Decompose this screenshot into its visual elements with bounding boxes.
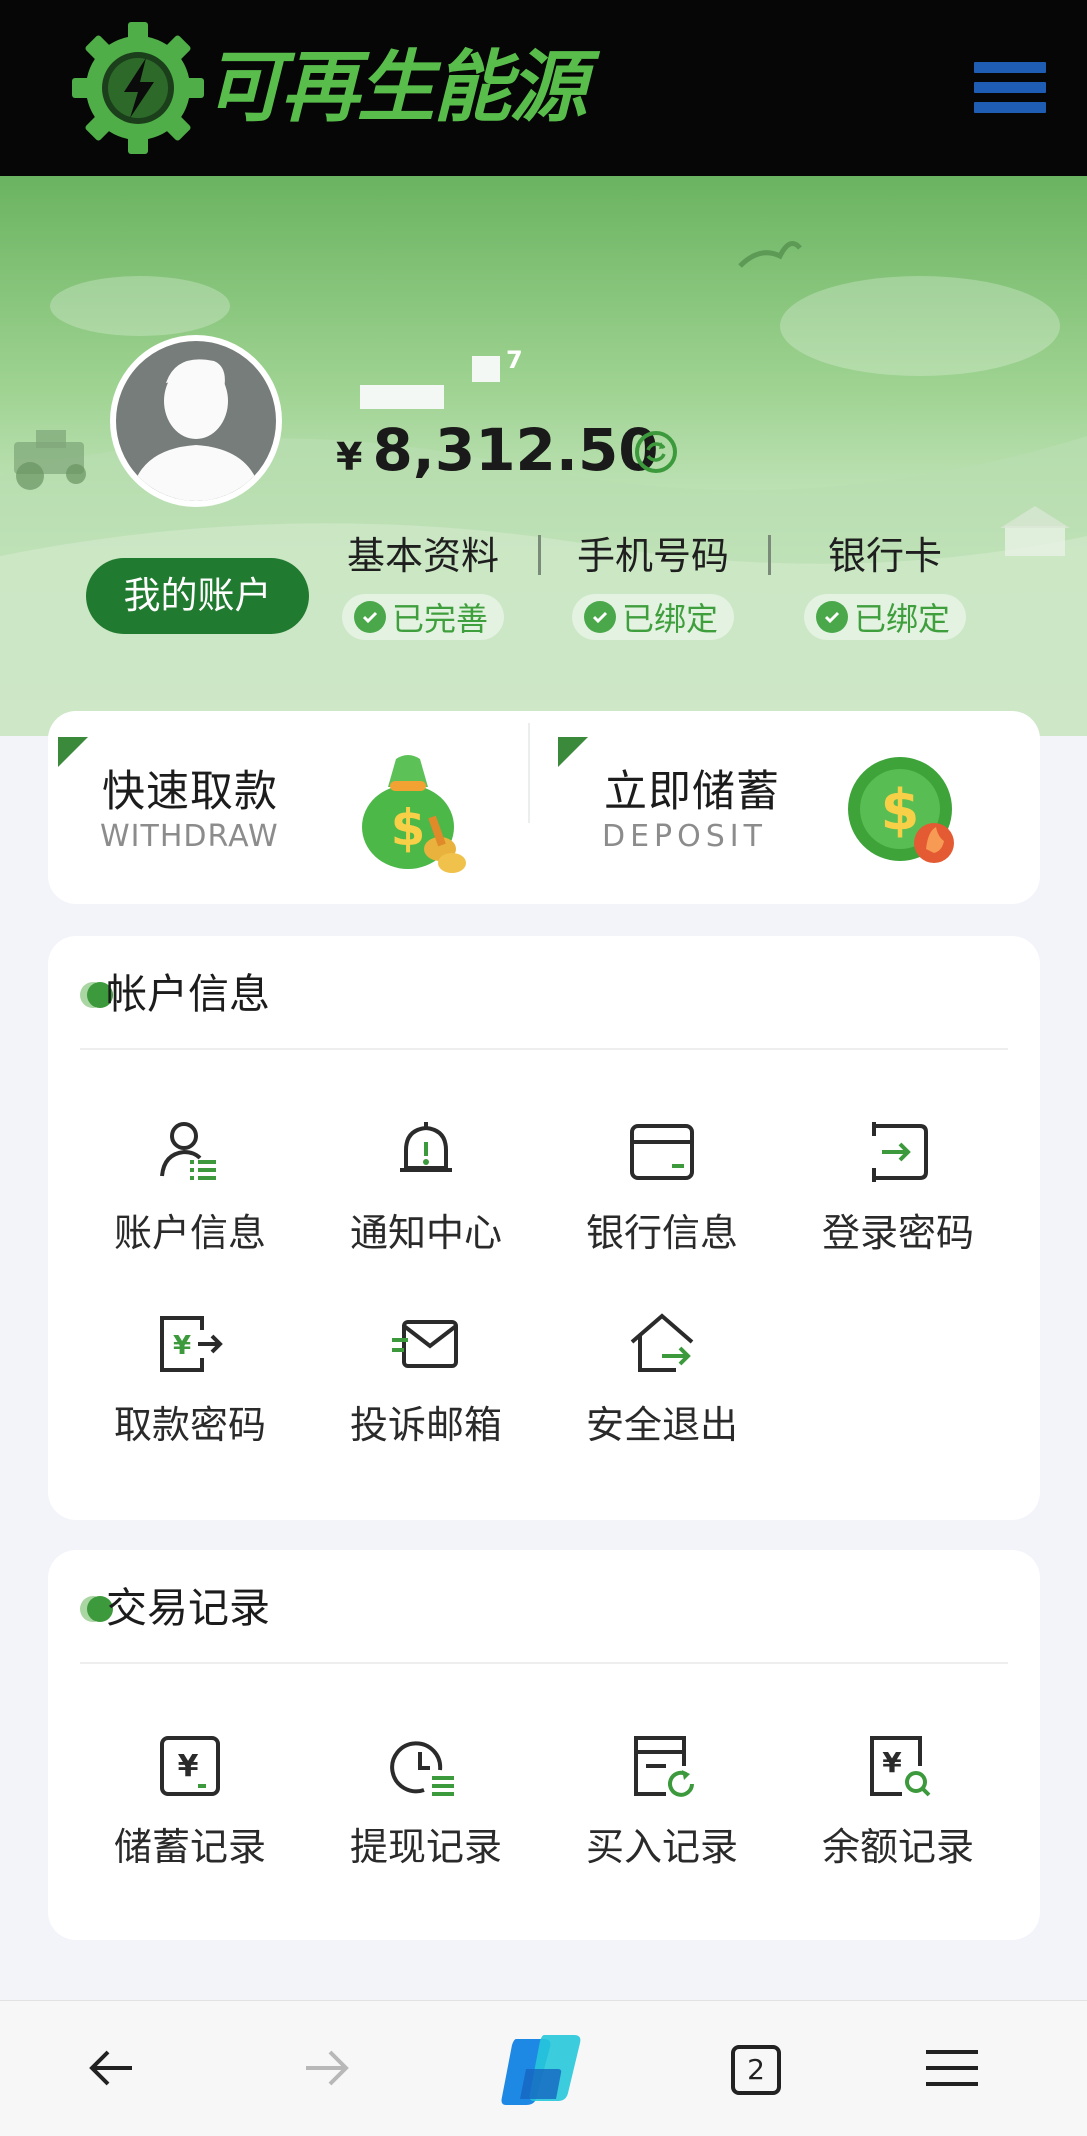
- clock-list-icon: [390, 1741, 454, 1796]
- avatar[interactable]: [110, 335, 282, 507]
- mail-icon: [392, 1320, 458, 1368]
- menu-label: 取款密码: [113, 1403, 266, 1447]
- user-silhouette-icon: [130, 359, 262, 501]
- home-exit-icon: [630, 1313, 694, 1372]
- menu-login-password[interactable]: 登录密码: [780, 1116, 1016, 1258]
- browser-toolbar: [0, 2000, 1087, 2136]
- menu-label: 安全退出: [585, 1403, 738, 1447]
- status-bank-card[interactable]: 银行卡 已绑定: [795, 530, 975, 640]
- menu-account-info[interactable]: 账户信息: [72, 1116, 308, 1258]
- menu-label: 通知中心: [349, 1211, 502, 1255]
- user-list-icon: [160, 1122, 216, 1180]
- menu-complaint-mailbox[interactable]: 投诉邮箱: [308, 1308, 544, 1450]
- back-arrow-icon[interactable]: [80, 2036, 144, 2100]
- check-icon: [583, 601, 616, 633]
- money-bag-icon: $: [362, 755, 466, 873]
- status-badge: 已绑定: [571, 594, 734, 640]
- menu-withdraw-password[interactable]: ¥ 取款密码: [72, 1308, 308, 1450]
- currency-symbol: ¥: [336, 435, 363, 479]
- withdraw-subtitle: WITHDRAW: [100, 819, 279, 854]
- menu-label: 余额记录: [821, 1825, 974, 1869]
- deposit-subtitle: DEPOSIT: [602, 819, 767, 854]
- svg-text:$: $: [391, 799, 426, 857]
- status-phone[interactable]: 手机号码 已绑定: [563, 530, 743, 640]
- withdraw-button[interactable]: 快速取款 WITHDRAW $: [48, 711, 538, 904]
- corner-marker: [58, 737, 88, 767]
- quick-actions-card: 快速取款 WITHDRAW $ 立即储蓄 DEPOSIT $: [48, 711, 1040, 904]
- menu-label: 银行信息: [585, 1211, 738, 1255]
- balance: ¥ 8,312.50: [336, 416, 659, 486]
- svg-text:¥: ¥: [173, 1331, 191, 1361]
- deposit-title: 立即储蓄: [604, 767, 780, 817]
- menu-balance-records[interactable]: ¥ 余额记录: [780, 1730, 1016, 1872]
- menu-label: 提现记录: [349, 1825, 502, 1869]
- app-header: 可再生能源: [0, 0, 1087, 176]
- refresh-icon[interactable]: [632, 428, 680, 476]
- transactions-card: 交易记录 ¥ 储蓄记录 提现记录 买入记录 ¥ 余额记录: [48, 1550, 1040, 1940]
- svg-text:$: $: [881, 778, 920, 843]
- forward-arrow-icon[interactable]: [294, 2036, 358, 2100]
- section-title: 交易记录: [106, 1584, 270, 1632]
- section-title: 帐户信息: [106, 970, 270, 1018]
- tab-count-button[interactable]: 2: [731, 2045, 781, 2095]
- doc-refresh-icon: [634, 1736, 694, 1797]
- username-redacted: [472, 356, 500, 382]
- dollar-coin-icon: $: [848, 757, 954, 863]
- status-badge: 已绑定: [803, 594, 966, 640]
- yuan-search-icon: ¥: [870, 1736, 931, 1797]
- my-account-button[interactable]: 我的账户: [86, 558, 309, 634]
- menu-notification-center[interactable]: 通知中心: [308, 1116, 544, 1258]
- gear-bolt-logo-icon: [72, 22, 204, 154]
- status-badge: 已完善: [341, 594, 504, 640]
- section-divider: [80, 1662, 1008, 1664]
- login-icon: [872, 1122, 928, 1182]
- status-basic-info[interactable]: 基本资料 已完善: [333, 530, 513, 640]
- status-label: 手机号码: [576, 534, 729, 578]
- menu-bank-info[interactable]: 银行信息: [544, 1116, 780, 1258]
- svg-text:¥: ¥: [178, 1749, 199, 1784]
- quick-divider: [528, 723, 530, 823]
- bell-icon: [400, 1122, 452, 1172]
- account-info-card: 帐户信息 账户信息 通知中心 银行信息 登录密码 ¥ 取款密码 投诉邮箱 安全退…: [48, 936, 1040, 1520]
- yuan-arrow-icon: ¥: [160, 1316, 223, 1372]
- hamburger-menu-icon[interactable]: [974, 62, 1046, 120]
- check-icon: [353, 601, 386, 633]
- username-redacted: [360, 385, 444, 409]
- deposit-button[interactable]: 立即储蓄 DEPOSIT $: [548, 711, 1038, 904]
- yuan-doc-icon: ¥: [160, 1736, 220, 1796]
- menu-label: 登录密码: [821, 1211, 974, 1255]
- corner-marker: [558, 737, 588, 767]
- balance-amount: 8,312.50: [372, 416, 659, 484]
- divider: [538, 535, 541, 575]
- username-suffix: 7: [506, 346, 523, 374]
- withdraw-title: 快速取款: [102, 767, 278, 817]
- status-label: 基本资料: [346, 534, 499, 578]
- menu-label: 买入记录: [585, 1825, 738, 1869]
- menu-withdraw-records[interactable]: 提现记录: [308, 1730, 544, 1872]
- svg-text:¥: ¥: [882, 1746, 902, 1779]
- divider: [768, 535, 771, 575]
- copilot-icon[interactable]: [496, 2029, 588, 2111]
- browser-menu-icon[interactable]: [920, 2036, 984, 2100]
- menu-label: 储蓄记录: [113, 1825, 266, 1869]
- section-divider: [80, 1048, 1008, 1050]
- brand-title: 可再生能源: [205, 43, 587, 133]
- check-icon: [815, 601, 848, 633]
- menu-label: 账户信息: [113, 1211, 266, 1255]
- menu-deposit-records[interactable]: ¥ 储蓄记录: [72, 1730, 308, 1872]
- card-icon: [630, 1124, 694, 1180]
- menu-label: 投诉邮箱: [349, 1403, 502, 1447]
- status-label: 银行卡: [827, 534, 942, 578]
- menu-safe-logout[interactable]: 安全退出: [544, 1308, 780, 1450]
- menu-purchase-records[interactable]: 买入记录: [544, 1730, 780, 1872]
